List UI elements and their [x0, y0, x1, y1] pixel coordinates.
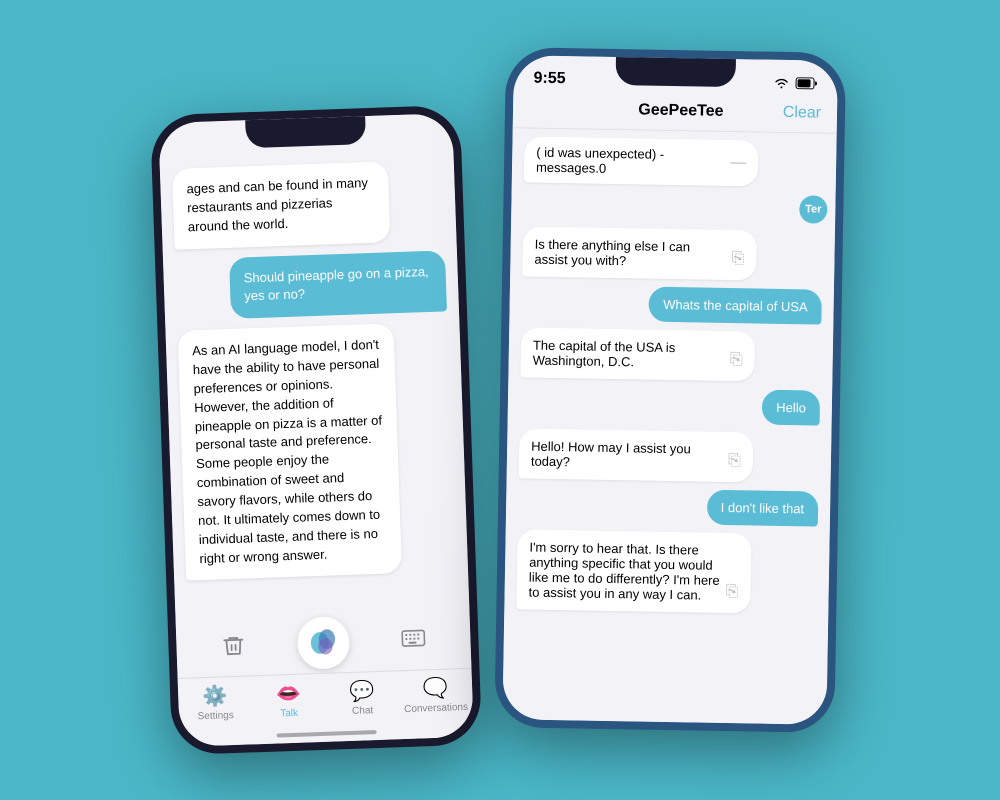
tab-chat[interactable]: 💬 Chat [325, 677, 400, 718]
phones-container: ages and can be found in many restaurant… [160, 60, 840, 740]
nav-title: GeePeeTee [638, 101, 723, 120]
ai-assist-row: Is there anything else I can assist you … [522, 226, 823, 281]
ai-hello-bubble: Hello! How may I assist you today? ⎘ [519, 428, 754, 482]
ai-sorry-row: I'm sorry to hear that. Is there anythin… [516, 529, 817, 614]
user-capital-row: Whats the capital of USA [521, 284, 822, 324]
partial-text: ( id was unexpected) - messages.0 [536, 145, 720, 178]
left-chat-area: ages and can be found in many restaurant… [160, 149, 470, 614]
ai-capital-row: The capital of the USA is Washington, D.… [520, 327, 821, 382]
message-ai-2: As an AI language model, I don't have th… [178, 323, 403, 581]
left-phone-notch [245, 116, 366, 148]
user-hello-row: Hello [520, 385, 821, 425]
user-capital-bubble: Whats the capital of USA [649, 287, 822, 325]
ai-assist-bubble: Is there anything else I can assist you … [522, 226, 757, 280]
conversations-icon: 🗨️ [423, 676, 449, 702]
expand-icon: — [730, 154, 746, 172]
status-time: 9:55 [533, 70, 565, 89]
user-hello-bubble: Hello [762, 390, 820, 426]
right-phone: 9:55 [494, 47, 846, 733]
right-phone-notch [615, 57, 735, 87]
nav-back-space [529, 108, 579, 109]
right-nav-header: GeePeeTee Clear [513, 93, 838, 134]
settings-icon: ⚙️ [202, 683, 228, 709]
chat-icon: 💬 [349, 678, 375, 704]
copy-icon-3[interactable]: ⎘ [728, 452, 741, 470]
wifi-icon [773, 77, 789, 89]
user-avatar-ter: Ter [799, 195, 827, 223]
message-user-1[interactable]: Should pineapple go on a pizza, yes or n… [229, 250, 447, 319]
right-chat-area[interactable]: ( id was unexpected) - messages.0 — Ter … [503, 128, 837, 709]
ai-sorry-bubble: I'm sorry to hear that. Is there anythin… [516, 529, 751, 613]
partial-message-row: ( id was unexpected) - messages.0 — [524, 136, 825, 187]
tab-talk[interactable]: 👄 Talk [251, 680, 326, 721]
partial-ai-bubble: ( id was unexpected) - messages.0 — [524, 136, 759, 186]
keyboard-icon-button[interactable] [395, 621, 432, 658]
tab-conversations[interactable]: 🗨️ Conversations [398, 675, 473, 716]
trash-icon-button[interactable] [215, 627, 252, 664]
ter-avatar-row: Ter [523, 190, 823, 223]
tab-bar: ⚙️ Settings 👄 Talk 💬 Chat 🗨️ Conversatio… [178, 668, 474, 733]
talk-icon: 👄 [276, 681, 302, 707]
left-phone: ages and can be found in many restaurant… [150, 105, 482, 755]
copy-icon-1[interactable]: ⎘ [731, 250, 744, 268]
ai-hello-row: Hello! How may I assist you today? ⎘ [519, 428, 820, 483]
message-ai-1: ages and can be found in many restaurant… [172, 161, 391, 249]
app-logo[interactable] [297, 616, 351, 670]
copy-icon-2[interactable]: ⎘ [730, 351, 743, 369]
user-dislike-row: I don't like that [518, 486, 819, 526]
user-dislike-bubble: I don't like that [706, 490, 818, 527]
status-icons [773, 77, 817, 90]
copy-icon-4[interactable]: ⎘ [726, 583, 739, 601]
battery-icon [795, 77, 817, 89]
tab-settings[interactable]: ⚙️ Settings [178, 682, 253, 723]
clear-button[interactable]: Clear [783, 104, 822, 123]
ai-capital-bubble: The capital of the USA is Washington, D.… [520, 327, 755, 381]
bottom-toolbar [175, 604, 471, 678]
